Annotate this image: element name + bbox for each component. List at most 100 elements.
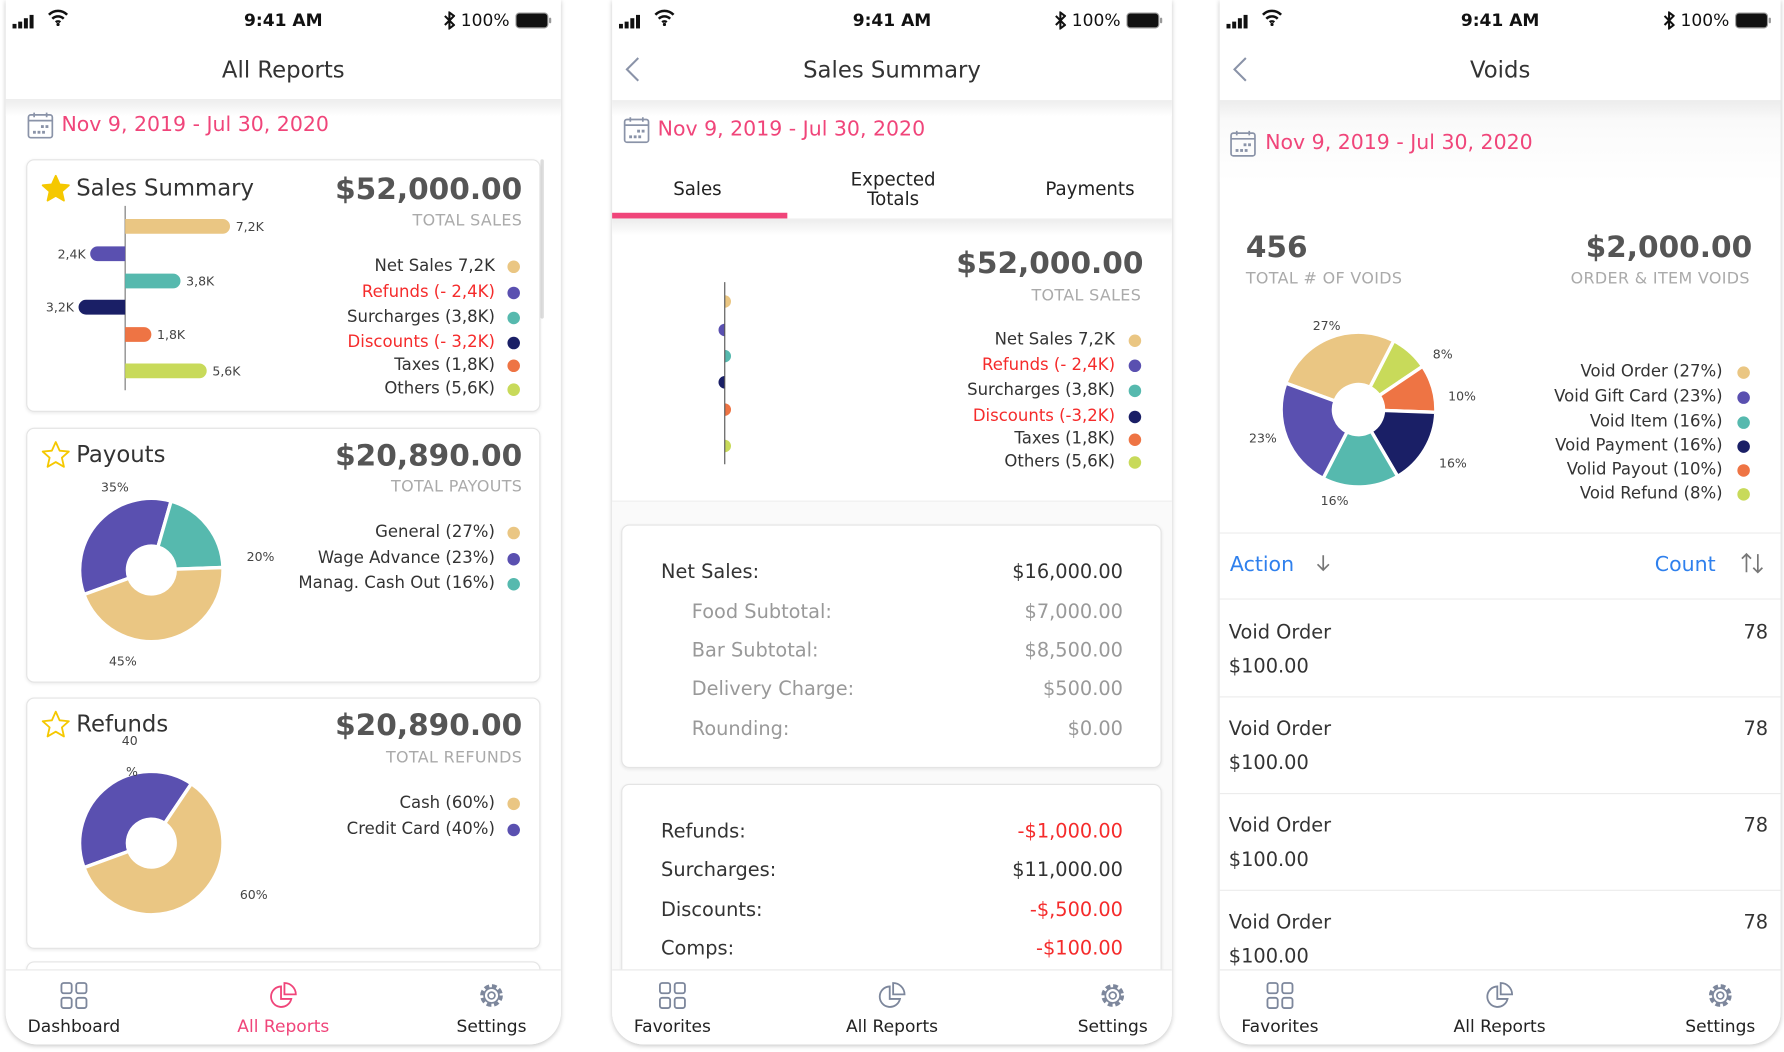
- bar-value-label: 1,8K: [157, 327, 186, 342]
- sales-summary-card[interactable]: Sales Summary $52,000.00 TOTAL SALES 7,2…: [26, 159, 541, 412]
- tab-dashboard[interactable]: Dashboard: [6, 971, 148, 1045]
- scrollbar[interactable]: [540, 159, 544, 319]
- bluetooth-icon: [1663, 10, 1676, 34]
- legend-color-dot: [506, 311, 520, 324]
- voids-amount: $2,000.00: [1585, 230, 1753, 266]
- dot-surcharges: [724, 349, 732, 363]
- row-label: Net Sales:: [661, 560, 760, 584]
- tab-label: Settings: [1685, 1016, 1756, 1037]
- legend-label: Void Refund (8%): [1579, 484, 1723, 503]
- summary-row: Comps: -$100.00: [622, 935, 1160, 962]
- slice-label: 16%: [1321, 493, 1349, 508]
- slice-label: 10%: [1448, 388, 1476, 403]
- bar-surcharges: [125, 273, 181, 289]
- bar-taxes: [125, 327, 152, 342]
- tab-label: All Reports: [845, 1016, 939, 1037]
- legend-color-dot: [506, 336, 520, 349]
- summary-row: Discounts: -$,500.00: [622, 897, 1160, 924]
- row-value: $11,000.00: [1012, 859, 1123, 882]
- row-value: $7,000.00: [1024, 600, 1123, 624]
- summary-row: Food Subtotal: $7,000.00: [622, 598, 1160, 625]
- tab-sales[interactable]: Sales: [612, 159, 788, 219]
- tab-label: Settings: [1077, 1016, 1148, 1037]
- status-right: 100%: [444, 9, 552, 32]
- page-title: All Reports: [221, 55, 345, 84]
- calendar-icon[interactable]: [27, 112, 54, 144]
- slice-label: 60%: [240, 887, 268, 902]
- legend-label: General (27%): [375, 523, 495, 542]
- total-sales-label: TOTAL SALES: [1031, 286, 1142, 305]
- card-amount: $20,890.00: [335, 439, 523, 474]
- legend-label: Void Payment (16%): [1555, 436, 1723, 456]
- tab-label: Dashboard: [27, 1016, 121, 1037]
- tab-label: Payments: [1045, 178, 1135, 200]
- donut-slice: [155, 499, 225, 571]
- sort-by-count-button[interactable]: Count: [1655, 552, 1765, 579]
- legend-color-dot: [1736, 487, 1750, 501]
- void-list-item[interactable]: Void Order $100.00 78: [1220, 893, 1781, 986]
- legend-label: Credit Card (40%): [346, 820, 495, 839]
- legend-color-dot: [1128, 358, 1141, 372]
- row-label: Discounts:: [661, 898, 763, 922]
- legend-label: Refunds (- 2,4K): [361, 283, 495, 302]
- dot-others: [724, 439, 732, 453]
- divider: [1219, 889, 1781, 891]
- sort-by-action-button[interactable]: Action: [1230, 552, 1332, 579]
- tab-payments[interactable]: Payments: [999, 159, 1172, 218]
- voids-amount-label: ORDER & ITEM VOIDS: [1570, 269, 1750, 288]
- slice-label: 40: [122, 733, 138, 748]
- sales-summary-screen: 9:41 AM 100% Sales Summary Nov 9, 2019 -…: [612, 0, 1172, 1045]
- date-range[interactable]: Nov 9, 2019 - Jul 30, 2020: [61, 112, 328, 139]
- slice-label: 8%: [1433, 346, 1453, 361]
- void-type: Void Order: [1228, 717, 1332, 741]
- card-amount-label: TOTAL PAYOUTS: [391, 477, 523, 497]
- bar-value-label: 5,6K: [212, 363, 241, 378]
- legend-label: Void Order (27%): [1580, 362, 1723, 382]
- divider: [1219, 696, 1781, 698]
- row-label: Food Subtotal:: [691, 600, 832, 624]
- bluetooth-icon: [444, 10, 456, 34]
- tab-settings[interactable]: Settings: [418, 971, 561, 1045]
- legend-color-dot: [506, 358, 520, 372]
- tab-expected[interactable]: Expected Totals: [802, 159, 984, 218]
- legend-label: Others (5,6K): [384, 380, 495, 399]
- sort-action-label: Action: [1229, 552, 1295, 577]
- legend-color-dot: [506, 382, 520, 396]
- page-title: Voids: [1469, 55, 1531, 84]
- voids-donut-chart: 27% 8% 10% 16% 16% 23%: [1249, 318, 1476, 508]
- tab-settings[interactable]: Settings: [1039, 971, 1172, 1045]
- slice-label: %: [126, 764, 138, 779]
- legend-label: Void Gift Card (23%): [1554, 387, 1723, 407]
- slice-label: 45%: [109, 654, 137, 669]
- summary-row: Delivery Charge: $500.00: [622, 676, 1160, 703]
- tab-all-reports[interactable]: All Reports: [818, 971, 966, 1045]
- dot-net-sales: [724, 295, 732, 308]
- row-label: Delivery Charge:: [691, 678, 855, 701]
- tab-all-reports[interactable]: All Reports: [209, 971, 357, 1045]
- refunds-card[interactable]: Refunds $20,890.00 TOTAL REFUNDS 40% 60% …: [26, 697, 541, 949]
- battery-percent: 100%: [460, 10, 510, 31]
- dot-refunds: [718, 323, 725, 337]
- tab-label: Settings: [456, 1016, 527, 1037]
- void-list-item[interactable]: Void Order $100.00 78: [1219, 603, 1781, 698]
- void-list-item[interactable]: Void Order $100.00 78: [1219, 796, 1781, 891]
- calendar-icon[interactable]: [1230, 130, 1256, 162]
- legend-label: Taxes (1,8K): [394, 356, 495, 375]
- battery-percent: 100%: [1071, 10, 1121, 31]
- bar-value-label: 2,4K: [58, 246, 87, 261]
- battery-icon: [1735, 11, 1771, 33]
- summary-row: Rounding: $0.00: [622, 716, 1160, 743]
- tab-favorites[interactable]: Favorites: [612, 971, 746, 1045]
- row-value: $8,500.00: [1024, 639, 1123, 663]
- all-reports-screen: 9:41 AM 100% All Reports Nov 9, 2019 - J…: [5, 0, 561, 1045]
- void-list-item[interactable]: Void Order $100.00 78: [1219, 700, 1781, 795]
- payouts-card[interactable]: Payouts $20,890.00 TOTAL PAYOUTS 35% 20% 4…: [26, 427, 541, 683]
- date-range[interactable]: Nov 9, 2019 - Jul 30, 2020: [1265, 130, 1532, 157]
- void-count: 78: [1743, 621, 1769, 644]
- voids-count-label: TOTAL # OF VOIDS: [1245, 269, 1403, 288]
- legend-color-dot: [1736, 365, 1750, 379]
- bar-value-label: 3,8K: [186, 274, 215, 289]
- sort-icon: [1740, 552, 1765, 579]
- legend-label: Surcharges (3,8K): [967, 381, 1116, 400]
- status-right: 100%: [1663, 9, 1771, 32]
